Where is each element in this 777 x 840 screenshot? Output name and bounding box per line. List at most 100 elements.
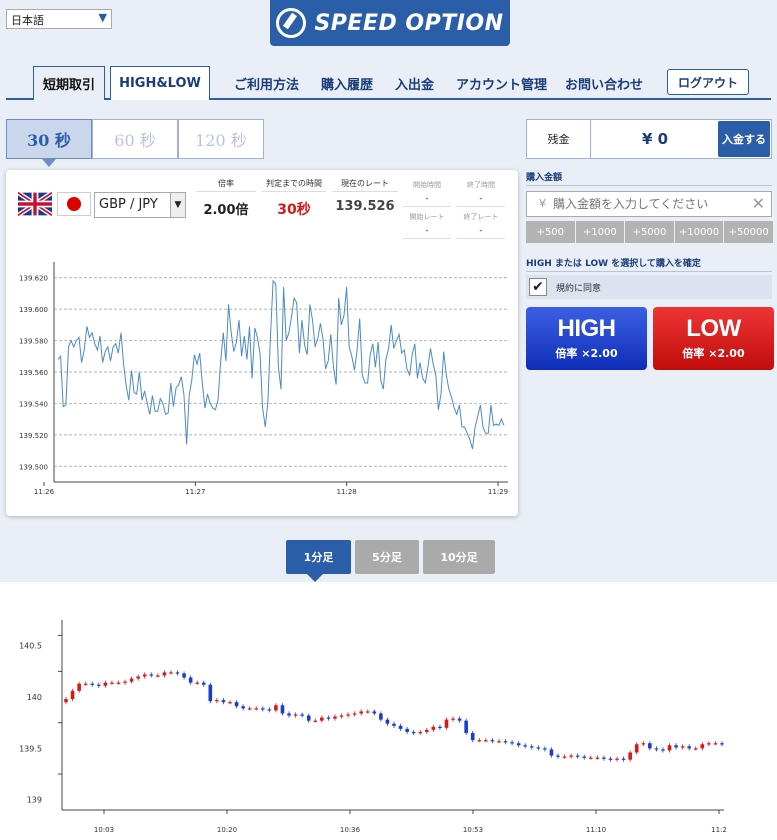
start-time-label: 開始時間 <box>413 181 441 189</box>
brand-logo[interactable]: SPEED OPTION <box>270 0 510 46</box>
balance-label: 残金 <box>527 120 591 158</box>
tab-high-low[interactable]: HIGH&LOW <box>110 66 210 100</box>
candle-body <box>575 755 580 757</box>
chevron-down-icon: ▼ <box>170 193 185 217</box>
candle-body <box>254 708 259 710</box>
candle-body <box>346 714 350 716</box>
candle-body <box>615 758 619 760</box>
candle-body <box>503 741 508 743</box>
add-10000-button[interactable]: +10000 <box>674 221 725 243</box>
candle-body <box>529 746 534 748</box>
candle-body <box>392 723 396 726</box>
x-tick-label: 11:29 <box>488 488 508 496</box>
x-tick-label: 11:2 <box>711 826 727 834</box>
language-select[interactable]: 日本語 ▼ <box>6 9 112 29</box>
add-500-button[interactable]: +500 <box>526 221 576 243</box>
candle-body <box>661 749 665 751</box>
amount-input[interactable] <box>553 194 743 214</box>
duration-30s[interactable]: 30 秒 <box>6 119 92 159</box>
low-label: LOW <box>686 315 741 342</box>
candle-body <box>280 705 285 714</box>
nav-link-deposit[interactable]: 入出金 <box>395 74 434 93</box>
uk-flag-icon <box>18 192 52 216</box>
add-1000-button[interactable]: +1000 <box>575 221 626 243</box>
start-time-value: - <box>403 194 451 207</box>
candle-body <box>339 715 344 717</box>
time-label: 判定までの時間 <box>262 178 326 192</box>
low-button[interactable]: LOW 倍率 ×2.00 <box>653 307 774 370</box>
duration-120s[interactable]: 120 秒 <box>178 119 264 159</box>
candle-body <box>129 678 134 682</box>
candlestick-chart: 140.5 140 139.5 139 10:03 10:20 10:36 10:53 11:1… <box>19 620 727 834</box>
currency-pair-select[interactable]: GBP / JPY ▼ <box>94 192 186 218</box>
candle-body <box>97 684 101 686</box>
candle-tab-10m[interactable]: 10分足 <box>423 540 495 574</box>
clear-icon[interactable]: ✕ <box>752 194 765 213</box>
nav-link-account[interactable]: アカウント管理 <box>456 74 547 93</box>
candle-body <box>326 717 331 719</box>
amount-add-buttons: +500 +1000 +5000 +10000 +50000 <box>526 221 774 243</box>
start-rate: 開始レート - <box>403 212 451 239</box>
logout-button[interactable]: ログアウト <box>667 69 749 95</box>
candle-body <box>484 740 488 742</box>
confirm-title: HIGH または LOW を選択して購入を確定 <box>526 256 772 272</box>
end-rate-label: 終了レート <box>463 213 499 221</box>
candle-body <box>306 715 311 721</box>
candle-body <box>247 708 252 710</box>
y-tick-label: 139.500 <box>19 463 48 471</box>
candle-body <box>83 683 88 685</box>
candle-body <box>628 752 632 760</box>
candle-body <box>425 729 429 732</box>
nav-link-guide[interactable]: ご利用方法 <box>234 74 299 93</box>
chevron-down-icon: ▼ <box>98 11 107 24</box>
candle-body <box>228 702 232 704</box>
main-nav: 短期取引 HIGH&LOW ご利用方法 購入履歴 入出金 アカウント管理 お問い… <box>6 66 771 100</box>
x-tick-label: 11:26 <box>34 488 55 496</box>
x-tick-label: 10:36 <box>340 826 361 834</box>
agree-checkbox[interactable]: ✔ <box>529 278 547 296</box>
candle-body <box>490 740 495 742</box>
add-50000-button[interactable]: +50000 <box>724 221 774 243</box>
amount-field[interactable]: ¥ ✕ <box>526 191 772 217</box>
start-rate-value: - <box>403 226 451 239</box>
start-time: 開始時間 - <box>403 180 451 207</box>
candle-body <box>634 744 639 753</box>
candle-tab-1m[interactable]: 1分足 <box>286 540 351 574</box>
candle-body <box>543 748 547 750</box>
candle-tab-pointer <box>307 574 323 582</box>
candle-body <box>438 726 442 729</box>
candle-body <box>431 726 436 730</box>
rate-series-line <box>57 279 505 450</box>
candle-body <box>648 743 652 749</box>
agree-label: 規約に同意 <box>556 284 602 294</box>
candle-body <box>707 743 711 745</box>
candle-body <box>372 711 377 714</box>
candle-body <box>680 746 685 748</box>
candle-body <box>405 728 409 732</box>
add-5000-button[interactable]: +5000 <box>625 221 675 243</box>
high-button[interactable]: HIGH 倍率 ×2.00 <box>526 307 647 370</box>
nav-link-history[interactable]: 購入履歴 <box>321 74 373 93</box>
candle-body <box>195 682 199 684</box>
y-tick-label: 139.560 <box>19 369 48 377</box>
deposit-button[interactable]: 入金する <box>718 121 770 157</box>
duration-60s[interactable]: 60 秒 <box>92 119 178 159</box>
rate-label: 現在のレート <box>332 178 398 192</box>
agree-row[interactable]: ✔ 規約に同意 <box>526 275 772 299</box>
candle-body <box>241 706 245 709</box>
candle-body <box>674 745 678 748</box>
candle-tab-5m[interactable]: 5分足 <box>355 540 419 574</box>
balance-value: ¥ 0 <box>641 130 669 148</box>
start-rate-label: 開始レート <box>409 213 445 221</box>
amount-title: 購入金額 <box>526 170 772 186</box>
y-tick-label: 139.5 <box>19 744 42 753</box>
brand-name: SPEED OPTION <box>314 10 504 36</box>
candle-body <box>208 684 213 702</box>
tab-short-term[interactable]: 短期取引 <box>33 66 105 100</box>
nav-link-contact[interactable]: お問い合わせ <box>565 74 643 93</box>
candle-body <box>510 742 514 744</box>
candle-body <box>136 676 140 679</box>
candle-body <box>713 743 718 745</box>
candle-body <box>536 747 541 749</box>
candle-body <box>352 713 357 715</box>
